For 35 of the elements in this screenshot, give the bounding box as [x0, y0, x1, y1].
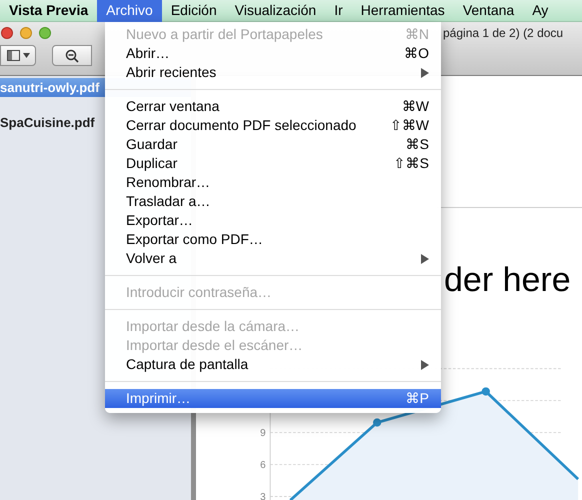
axis-tick-label: 9 [260, 428, 266, 440]
sidebar-icon [6, 50, 20, 61]
menu-item[interactable]: Duplicar ⇧⌘S [105, 154, 441, 173]
menu-item[interactable]: Abrir… ⌘O [105, 44, 441, 63]
menu-item[interactable]: Cerrar documento PDF seleccionado ⇧⌘W [105, 116, 441, 135]
menu-bar-item[interactable]: Herramientas [352, 0, 454, 22]
menu-bar-item[interactable]: Visualización [226, 0, 326, 22]
zoom-out-icon [65, 48, 79, 62]
zoom-out-button[interactable] [52, 45, 92, 66]
submenu-arrow-icon [420, 254, 429, 264]
submenu-arrow-icon [420, 68, 429, 78]
menu-item[interactable]: Captura de pantalla [105, 355, 441, 374]
close-button[interactable] [1, 27, 13, 39]
menu-item[interactable]: Renombrar… [105, 173, 441, 192]
menu-item[interactable]: Cerrar ventana ⌘W [105, 97, 441, 116]
menu-bar-item[interactable]: Edición [162, 0, 226, 22]
axis-tick-label: 3 [260, 492, 266, 500]
menu-bar-item[interactable]: Ventana [454, 0, 524, 22]
menu-item[interactable]: Trasladar a… [105, 192, 441, 211]
zoom-button[interactable] [39, 27, 51, 39]
window-title: página 1 de 2) (2 docu [443, 25, 564, 42]
menu-bar-item[interactable]: Ay [523, 0, 558, 22]
submenu-arrow-icon [420, 360, 429, 370]
menu-bar-item[interactable]: Vista Previa [0, 0, 98, 22]
axis-tick-label: 6 [260, 460, 266, 471]
caret-icon [22, 53, 30, 58]
menu-item[interactable]: Exportar como PDF… [105, 230, 441, 249]
menu-item[interactable]: Exportar… [105, 211, 441, 230]
menu-bar-item[interactable]: Archivo [97, 0, 162, 22]
menu-item[interactable]: Volver a [105, 249, 441, 268]
page-header: der here [444, 260, 571, 302]
menu-item[interactable]: Imprimir… ⌘P [105, 389, 441, 408]
menu-item[interactable]: Guardar ⌘S [105, 135, 441, 154]
menu-bar-item[interactable]: Ir [325, 0, 352, 22]
sidebar-toggle-button[interactable] [0, 45, 36, 66]
